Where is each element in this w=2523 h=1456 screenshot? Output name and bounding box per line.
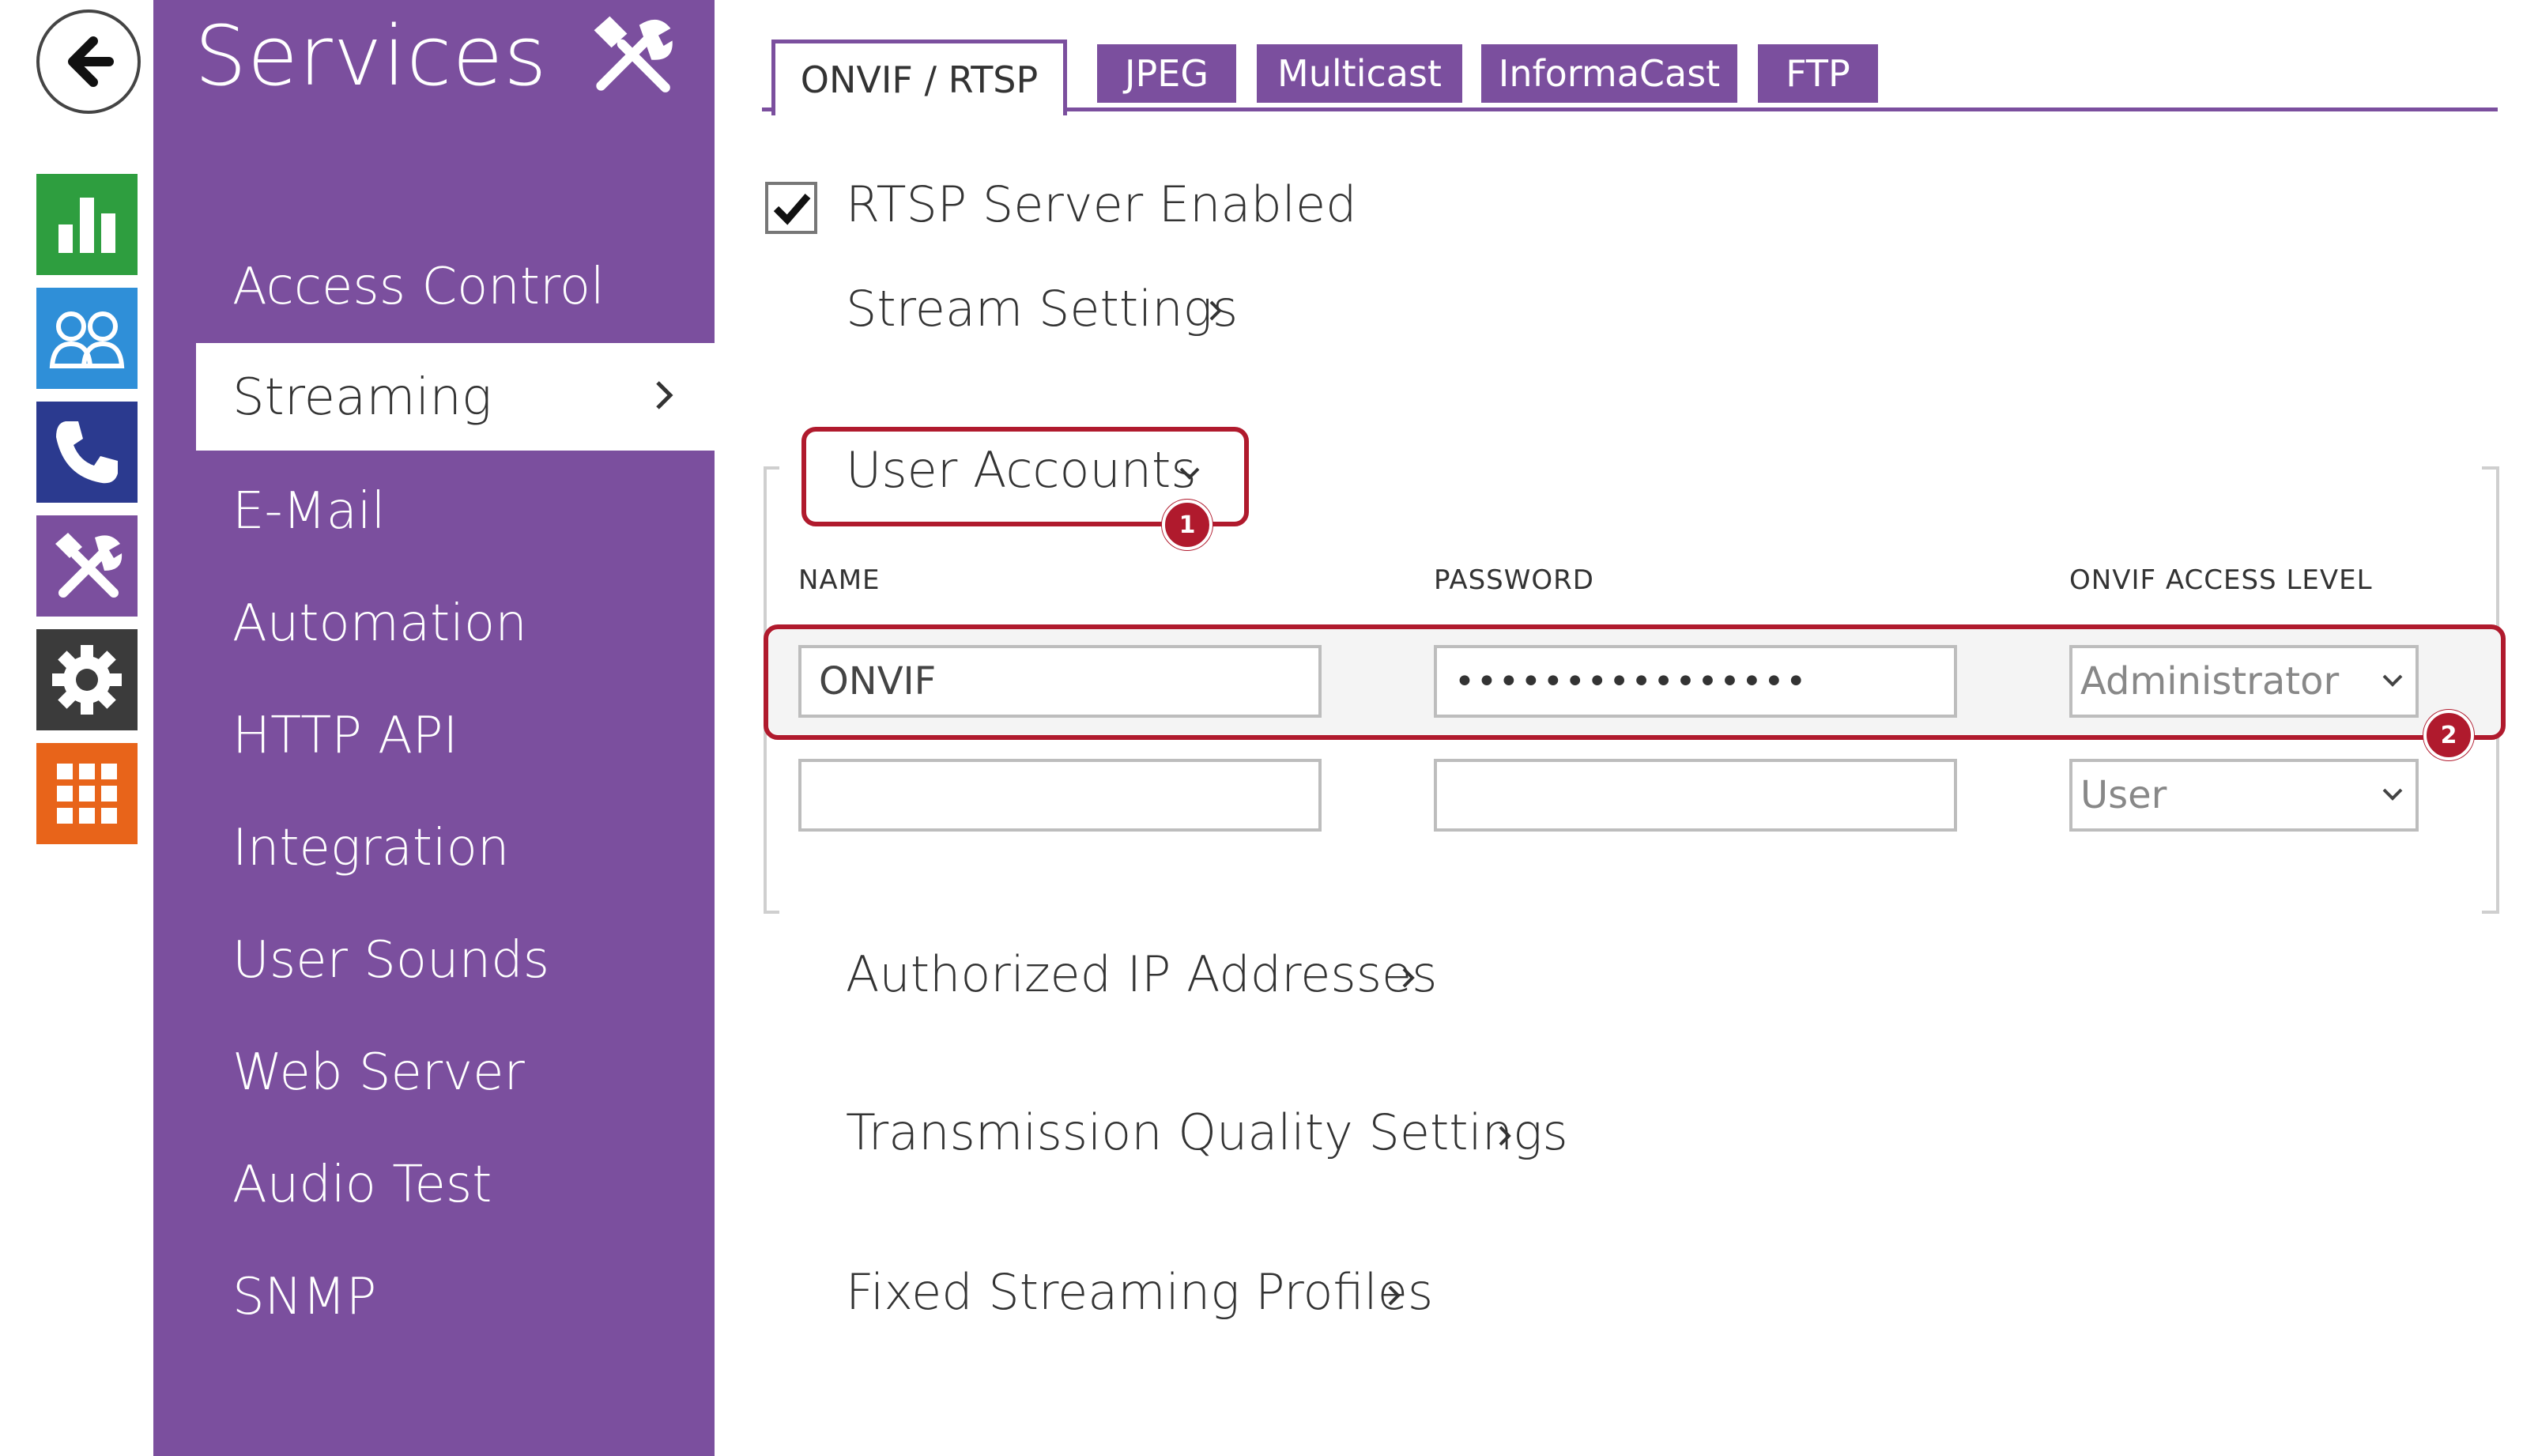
bracket-corner (2482, 911, 2499, 914)
directory-nav-button[interactable] (36, 288, 138, 389)
chevron-down-icon (2382, 788, 2403, 801)
sidebar-item-snmp[interactable]: SNMP (232, 1268, 376, 1326)
status-chart-icon (58, 198, 115, 253)
apps-nav-button[interactable] (36, 743, 138, 844)
sidebar-item-email[interactable]: E-Mail (232, 482, 386, 541)
tab-onvif-rtsp[interactable]: ONVIF / RTSP (771, 40, 1067, 115)
user-password-input[interactable]: •••••••••••••••• (1434, 645, 1957, 718)
access-level-value: Administrator (2080, 659, 2340, 703)
sidebar-item-http-api[interactable]: HTTP API (232, 707, 458, 765)
sidebar-item-streaming-label: Streaming (232, 368, 492, 427)
chevron-down-icon (1178, 465, 1201, 485)
access-level-value: User (2080, 773, 2167, 817)
sidebar-item-user-sounds[interactable]: User Sounds (232, 931, 549, 990)
sidebar-item-automation[interactable]: Automation (232, 594, 527, 653)
user-password-input[interactable] (1434, 759, 1957, 832)
phone-nav-button[interactable] (36, 402, 138, 503)
column-header-name: NAME (798, 564, 881, 596)
services-tools-icon (55, 533, 123, 598)
back-arrow-icon (68, 36, 114, 87)
user-name-input[interactable] (798, 759, 1322, 832)
user-accounts-toggle[interactable]: User Accounts (846, 441, 1197, 499)
access-level-select[interactable]: User (2069, 759, 2419, 832)
access-level-select[interactable]: Administrator (2069, 645, 2419, 718)
chevron-right-icon (1208, 299, 1224, 326)
directory-users-icon (49, 311, 125, 368)
stream-settings-link[interactable]: Stream Settings (846, 280, 1238, 338)
settings-nav-button[interactable] (36, 629, 138, 730)
back-button[interactable] (36, 9, 141, 114)
status-nav-button[interactable] (36, 174, 138, 275)
bracket-corner (2482, 466, 2499, 470)
checkmark-icon (773, 194, 811, 225)
services-tools-icon (585, 11, 680, 101)
services-nav-button[interactable] (36, 515, 138, 617)
chevron-right-icon (653, 379, 677, 414)
sidebar-item-access-control[interactable]: Access Control (232, 258, 605, 316)
tab-informacast[interactable]: InformaCast (1481, 44, 1737, 103)
bracket-corner (764, 466, 779, 470)
transmission-quality-settings-link[interactable]: Transmission Quality Settings (846, 1103, 1568, 1161)
tab-jpeg[interactable]: JPEG (1097, 44, 1236, 103)
apps-grid-icon (57, 764, 117, 824)
tab-ftp[interactable]: FTP (1758, 44, 1878, 103)
callout-badge-2: 2 (2423, 710, 2474, 760)
callout-badge-1: 1 (1162, 500, 1212, 550)
rtsp-enabled-label: RTSP Server Enabled (846, 175, 1357, 233)
sidebar-item-web-server[interactable]: Web Server (232, 1043, 525, 1102)
phone-icon (56, 421, 118, 484)
chevron-right-icon (1497, 1124, 1513, 1151)
bracket-corner (764, 911, 779, 914)
column-header-onvif-access-level: ONVIF ACCESS LEVEL (2069, 564, 2373, 596)
tab-multicast[interactable]: Multicast (1257, 44, 1462, 103)
gear-icon (52, 645, 122, 715)
sidebar-title: Services (194, 8, 548, 104)
sidebar-item-integration[interactable]: Integration (232, 819, 509, 877)
fixed-streaming-profiles-link[interactable]: Fixed Streaming Profiles (846, 1263, 1433, 1321)
rtsp-enabled-checkbox[interactable] (765, 182, 817, 234)
column-header-password: PASSWORD (1434, 564, 1594, 596)
chevron-down-icon (2382, 674, 2403, 687)
chevron-right-icon (1401, 966, 1416, 993)
sidebar-item-audio-test[interactable]: Audio Test (232, 1156, 492, 1214)
chevron-right-icon (1386, 1284, 1402, 1311)
authorized-ip-addresses-link[interactable]: Authorized IP Addresses (846, 945, 1437, 1003)
user-name-input[interactable]: ONVIF (798, 645, 1322, 718)
